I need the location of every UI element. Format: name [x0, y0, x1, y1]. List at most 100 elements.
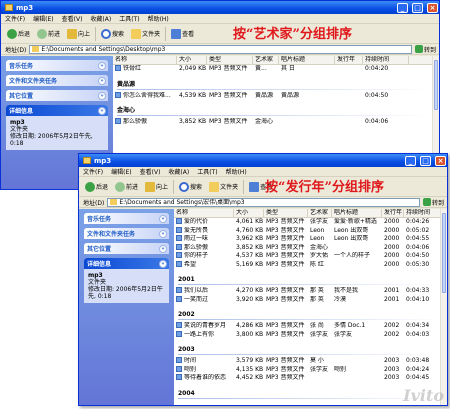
size-cell: 4,286 KB	[236, 322, 264, 329]
folders-button[interactable]: 文件夹	[207, 181, 240, 193]
menu-favorites[interactable]: 收藏(A)	[90, 14, 111, 23]
search-button[interactable]: 搜索	[99, 28, 126, 40]
folders-button[interactable]: 文件夹	[129, 28, 162, 40]
chevron-down-icon[interactable]: »	[159, 214, 167, 223]
address-input[interactable]: E:\Documents and Settings\Desktop\mp3	[29, 44, 412, 54]
group-header[interactable]: 2002	[174, 304, 447, 318]
menu-tools[interactable]: 工具(T)	[197, 167, 217, 176]
album-cell: Leon 出双哥	[334, 235, 369, 242]
forward-button[interactable]: 前进	[113, 181, 140, 193]
menu-edit[interactable]: 编辑(E)	[33, 14, 53, 23]
back-button[interactable]: 后退	[83, 181, 110, 193]
chevron-down-icon[interactable]: »	[98, 76, 106, 85]
minimize-button[interactable]: _	[397, 2, 408, 13]
name-cell: 一笑而过	[174, 295, 234, 305]
file-row[interactable]: 你的样子 4,537 KB MP3 音频文件 罗大佑 一个人的样子 2000 0:04:50	[174, 252, 447, 261]
col-name[interactable]: 名称	[174, 209, 234, 217]
minimize-button[interactable]: _	[405, 155, 416, 166]
window-title: mp3	[94, 156, 112, 165]
file-row[interactable]: 一笑而过 3,920 KB MP3 音频文件那 英 冷漠 2001 0:04:10	[174, 295, 447, 305]
details-pane[interactable]: 详细信息 « mp3 文件夹 修改日期: 2006年5月2日午先, 0:18	[84, 258, 169, 303]
group-header[interactable]: 黄品源	[113, 74, 439, 88]
file-row[interactable]: 雨过一味 3,962 KB MP3 音频文件 Leon Leon 出双哥 2000 0:04…	[174, 235, 447, 244]
menu-view[interactable]: 查看(V)	[140, 167, 161, 176]
col-artist[interactable]: 艺术家	[253, 56, 279, 64]
file-row[interactable]: 吻别 4,135 KB MP3 音频文件 张学友 吻别 2003 0:04:24	[174, 365, 447, 375]
file-row[interactable]: 一路上有你 3,800 KB MP3 音频文件 张学友 张学友 2002 0:04:03	[174, 330, 447, 340]
maximize-button[interactable]: □	[412, 2, 423, 13]
other-places-pane[interactable]: 其它位置»	[6, 90, 108, 101]
title-bar[interactable]: mp3 _ □ ×	[79, 154, 447, 167]
size-cell: 3,852 KB	[236, 243, 264, 251]
up-button[interactable]: 向上	[143, 181, 170, 193]
toolbar: 后退 前进 向上 搜索 文件夹 查看	[1, 24, 439, 44]
col-type[interactable]: 类型	[264, 209, 308, 217]
artist-cell: 金海心	[255, 118, 274, 125]
col-duration[interactable]: 持续时间	[404, 209, 442, 217]
close-button[interactable]: ×	[427, 2, 438, 13]
col-duration[interactable]: 持续时间	[363, 56, 409, 64]
go-button[interactable]: 转到	[414, 45, 436, 54]
col-size[interactable]: 大小	[234, 209, 264, 217]
chevron-down-icon[interactable]: »	[98, 61, 106, 70]
title-bar[interactable]: mp3 _ □ ×	[1, 1, 439, 14]
music-tasks-pane[interactable]: 音乐任务»	[84, 213, 169, 224]
scroll-thumb[interactable]	[442, 213, 446, 293]
other-places-pane[interactable]: 其它位置»	[84, 243, 169, 254]
go-button[interactable]: 转到	[422, 198, 444, 207]
up-button[interactable]: 向上	[65, 28, 92, 40]
col-type[interactable]: 类型	[207, 56, 253, 64]
menu-help[interactable]: 帮助(H)	[226, 167, 247, 176]
chevron-down-icon[interactable]: »	[159, 229, 167, 238]
details-pane[interactable]: 详细信息 « mp3 文件夹 修改日期: 2006年5月2日午先, 0:18	[6, 105, 108, 150]
file-name: 一路上有你	[184, 330, 215, 338]
menu-edit[interactable]: 编辑(E)	[111, 167, 131, 176]
file-tasks-pane[interactable]: 文件和文件夹任务»	[84, 228, 169, 239]
file-row[interactable]: 那么骄傲 3,852 KB MP3 音频文件 金海心 2000 0:04:06	[174, 243, 447, 253]
file-row[interactable]: 希望 5,169 KB MP3 音频文件陈 红 2000 0:05:30	[174, 260, 447, 270]
file-row[interactable]: 笑说的青春岁月 4,286 KB MP3 音频文件张 尚 多情 Doc.1 2002 0:…	[174, 322, 447, 331]
col-album[interactable]: 唱片标题	[332, 209, 382, 217]
menu-help[interactable]: 帮助(H)	[148, 14, 169, 23]
col-size[interactable]: 大小	[177, 56, 207, 64]
file-row[interactable]: 等待着谁的依恋 4,452 KB MP3 音频文件 2003 0:04:45	[174, 374, 447, 383]
file-row[interactable]: 那么骄傲 3,852 KB MP3 音频文件 金海心 0:04:06	[113, 118, 439, 127]
address-input[interactable]: E:\Documents and Settings\宏伟\桌面\mp3	[107, 197, 420, 207]
scrollbar[interactable]	[440, 209, 447, 405]
close-button[interactable]: ×	[435, 155, 446, 166]
search-button[interactable]: 搜索	[177, 181, 204, 193]
col-artist[interactable]: 艺术家	[308, 209, 332, 217]
mp3-file-icon	[115, 91, 121, 98]
chevron-down-icon[interactable]: »	[159, 244, 167, 253]
forward-button[interactable]: 前进	[35, 28, 62, 40]
group-header[interactable]: 2003	[174, 339, 447, 353]
menu-view[interactable]: 查看(V)	[62, 14, 83, 23]
col-album[interactable]: 唱片标题	[279, 56, 335, 64]
file-row[interactable]: 我们以后 4,270 KB MP3 音频文件那 英 我不是我 2001 0:04:33	[174, 287, 447, 296]
group-header[interactable]: 金海心	[113, 100, 439, 114]
chevron-up-icon[interactable]: «	[159, 259, 167, 268]
col-name[interactable]: 名称	[113, 56, 177, 64]
file-tasks-pane[interactable]: 文件和文件夹任务»	[6, 75, 108, 86]
size-cell: 3,800 KB	[236, 330, 264, 338]
maximize-button[interactable]: □	[420, 155, 431, 166]
chevron-down-icon[interactable]: »	[98, 91, 106, 100]
scroll-thumb[interactable]	[434, 60, 438, 110]
album-cell	[279, 118, 335, 127]
col-year[interactable]: 发行年	[382, 209, 404, 217]
menu-file[interactable]: 文件(F)	[5, 14, 25, 23]
file-row[interactable]: 爱无所畏 4,760 KB MP3 音频文件 Leon Leon 出双哥 2000 0:05…	[174, 226, 447, 236]
group-header[interactable]: 2001	[174, 269, 447, 283]
file-row[interactable]: 铁骨红 2,049 KB MP3 音频文件 黄... 其 日 0:04:20	[113, 65, 439, 74]
music-tasks-pane[interactable]: 音乐任务»	[6, 60, 108, 71]
views-button[interactable]: 查看	[169, 28, 196, 40]
file-row[interactable]: 爱的代价 4,061 KB MP3 音频文件 张学友 爱爱·新歌+精选 2000 0:04:…	[174, 218, 447, 227]
file-row[interactable]: 时间 3,579 KB MP3 音频文件莫 小 2003 0:03:48	[174, 357, 447, 366]
menu-tools[interactable]: 工具(T)	[119, 14, 139, 23]
col-year[interactable]: 发行年	[335, 56, 363, 64]
menu-favorites[interactable]: 收藏(A)	[168, 167, 189, 176]
back-button[interactable]: 后退	[5, 28, 32, 40]
menu-file[interactable]: 文件(F)	[83, 167, 103, 176]
file-row[interactable]: 你怎么舍得我难... 4,539 KB MP3 音频文件 黄品源 黄品源 0:04:50	[113, 91, 439, 101]
chevron-up-icon[interactable]: «	[98, 106, 106, 115]
